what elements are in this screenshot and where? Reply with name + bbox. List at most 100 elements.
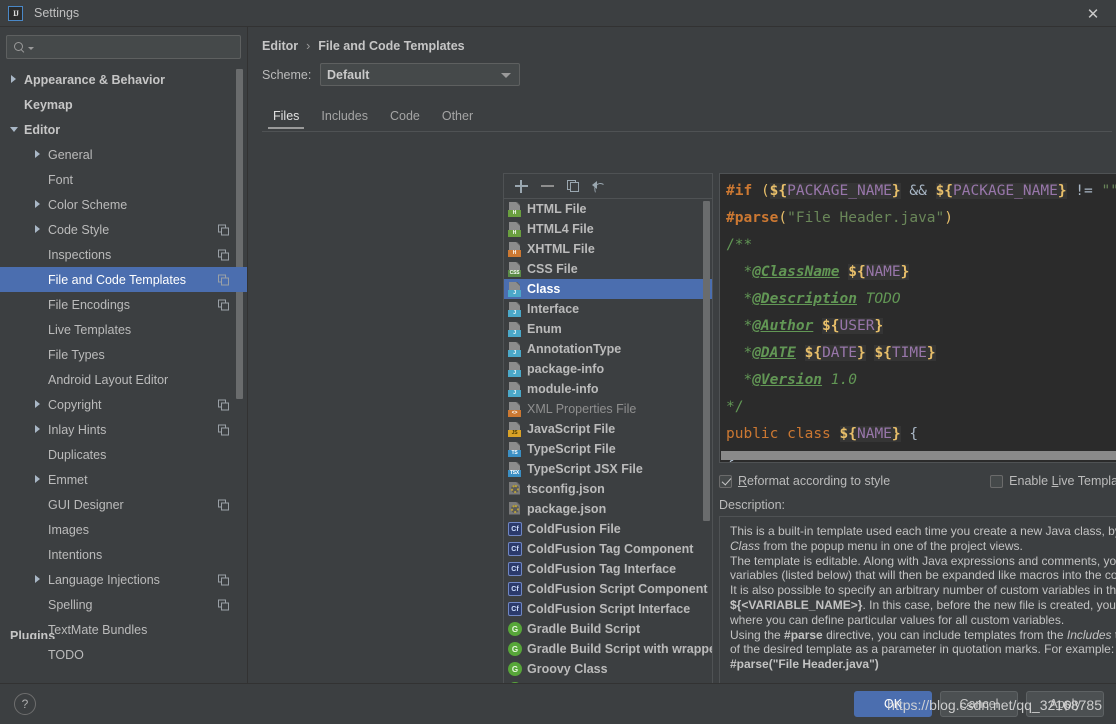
sidebar-item-font[interactable]: Font <box>0 167 247 192</box>
sidebar-item-color-scheme[interactable]: Color Scheme <box>0 192 247 217</box>
chevron-right-icon[interactable] <box>34 400 43 409</box>
reformat-checkbox[interactable] <box>719 474 732 488</box>
sidebar-item-android-layout-editor[interactable]: Android Layout Editor <box>0 367 247 392</box>
editor-horizontal-scrollbar-track[interactable] <box>721 451 1116 460</box>
coldfusion-tag-component-icon: Cf <box>508 542 522 556</box>
list-item[interactable]: <> XML Properties File <box>504 399 712 419</box>
sidebar-item-todo[interactable]: TODO <box>0 642 247 667</box>
cancel-button[interactable]: Cancel <box>940 691 1018 717</box>
chevron-right-icon[interactable] <box>10 75 19 84</box>
template-list-scrollbar-track[interactable] <box>703 201 710 696</box>
sidebar-item-emmet[interactable]: Emmet <box>0 467 247 492</box>
sidebar-item-inspections[interactable]: Inspections <box>0 242 247 267</box>
list-item[interactable]: package.json <box>504 499 712 519</box>
chevron-down-icon[interactable] <box>10 125 19 134</box>
sidebar-item-label: Images <box>48 522 89 537</box>
sidebar-item-editor[interactable]: Editor <box>0 117 247 142</box>
list-item[interactable]: Jmodule-info <box>504 379 712 399</box>
help-icon[interactable]: ? <box>14 693 36 715</box>
plus-icon <box>514 179 528 193</box>
list-item[interactable]: J Class <box>504 279 712 299</box>
chevron-right-icon[interactable] <box>34 425 43 434</box>
template-name: ColdFusion File <box>527 522 621 536</box>
template-code-editor[interactable]: #if (${PACKAGE_NAME} && ${PACKAGE_NAME} … <box>719 173 1116 463</box>
sidebar-item-plugins[interactable]: Plugins <box>10 630 55 639</box>
add-template-button[interactable] <box>508 175 534 198</box>
sidebar-item-file-encodings[interactable]: File Encodings <box>0 292 247 317</box>
tab-files[interactable]: Files <box>262 106 310 129</box>
code-line: *@DATE ${DATE} ${TIME} <box>743 345 936 361</box>
editor-horizontal-scrollbar-thumb[interactable] <box>721 451 1116 460</box>
list-item[interactable]: Jpackage-info <box>504 359 712 379</box>
project-scope-icon <box>218 274 229 285</box>
sidebar-item-label: Font <box>48 172 74 187</box>
sidebar-item-copyright[interactable]: Copyright <box>0 392 247 417</box>
list-item[interactable]: Cf ColdFusion File <box>504 519 712 539</box>
template-list-scrollbar-thumb[interactable] <box>703 201 710 521</box>
apply-button[interactable]: Apply <box>1026 691 1104 717</box>
list-item[interactable]: J Enum <box>504 319 712 339</box>
sidebar-item-keymap[interactable]: Keymap <box>0 92 247 117</box>
list-item[interactable]: Cf ColdFusion Tag Interface <box>504 559 712 579</box>
sidebar-item-label: Spelling <box>48 597 93 612</box>
list-item[interactable]: tsconfig.json <box>504 479 712 499</box>
list-item[interactable]: CSS CSS File <box>504 259 712 279</box>
list-item[interactable]: H HTML4 File <box>504 219 712 239</box>
tab-code[interactable]: Code <box>379 106 431 129</box>
sidebar-item-label: General <box>48 147 93 162</box>
code-line: */ <box>726 399 744 415</box>
tab-includes[interactable]: Includes <box>310 106 379 129</box>
list-item[interactable]: JS JavaScript File <box>504 419 712 439</box>
live-templates-checkbox[interactable] <box>990 474 1004 488</box>
list-item[interactable]: H HTML File <box>504 199 712 219</box>
remove-template-button[interactable] <box>534 175 560 198</box>
list-item[interactable]: TSX TypeScript JSX File <box>504 459 712 479</box>
chevron-right-icon[interactable] <box>34 575 43 584</box>
list-item[interactable]: H XHTML File <box>504 239 712 259</box>
reset-template-button[interactable] <box>586 175 612 198</box>
sidebar-item-images[interactable]: Images <box>0 517 247 542</box>
search-box[interactable] <box>6 35 241 59</box>
sidebar-item-language-injections[interactable]: Language Injections <box>0 567 247 592</box>
ok-button[interactable]: OK <box>854 691 932 717</box>
template-name: JavaScript File <box>527 422 616 436</box>
sidebar-item-appearance-behavior[interactable]: Appearance & Behavior <box>0 67 247 92</box>
reformat-label[interactable]: Reformat according to style <box>738 474 890 488</box>
sidebar-item-duplicates[interactable]: Duplicates <box>0 442 247 467</box>
live-templates-label[interactable]: Enable Live Templates <box>1009 474 1116 488</box>
sidebar-item-file-and-code-templates[interactable]: File and Code Templates <box>0 267 247 292</box>
sidebar-item-gui-designer[interactable]: GUI Designer <box>0 492 247 517</box>
chevron-right-icon[interactable] <box>34 150 43 159</box>
code-text[interactable]: #if (${PACKAGE_NAME} && ${PACKAGE_NAME} … <box>720 174 1116 462</box>
reformat-label-text: eformat according to style <box>747 474 891 488</box>
sidebar-item-spelling[interactable]: Spelling <box>0 592 247 617</box>
sidebar-item-code-style[interactable]: Code Style <box>0 217 247 242</box>
sidebar-item-general[interactable]: General <box>0 142 247 167</box>
description-text: This is a built-in template used each ti… <box>730 524 1116 696</box>
list-item[interactable]: G Gradle Build Script <box>504 619 712 639</box>
list-item[interactable]: J AnnotationType <box>504 339 712 359</box>
sidebar-item-label: Copyright <box>48 397 102 412</box>
copy-template-button[interactable] <box>560 175 586 198</box>
breadcrumb-parent[interactable]: Editor <box>262 39 298 53</box>
chevron-right-icon[interactable] <box>34 225 43 234</box>
scheme-dropdown[interactable]: Default <box>320 63 520 86</box>
chevron-right-icon[interactable] <box>34 200 43 209</box>
sidebar-item-file-types[interactable]: File Types <box>0 342 247 367</box>
list-item[interactable]: Cf ColdFusion Tag Component <box>504 539 712 559</box>
list-item[interactable]: Cf ColdFusion Script Component <box>504 579 712 599</box>
sidebar-item-intentions[interactable]: Intentions <box>0 542 247 567</box>
search-input[interactable] <box>34 40 234 54</box>
list-item[interactable]: G Groovy Class <box>504 659 712 679</box>
tab-other[interactable]: Other <box>431 106 484 129</box>
list-item[interactable]: G Gradle Build Script with wrapper <box>504 639 712 659</box>
list-item[interactable]: TS TypeScript File <box>504 439 712 459</box>
list-item[interactable]: J Interface <box>504 299 712 319</box>
footer-button-group: OK Cancel Apply <box>854 691 1116 717</box>
sidebar-item-live-templates[interactable]: Live Templates <box>0 317 247 342</box>
list-item[interactable]: Cf ColdFusion Script Interface <box>504 599 712 619</box>
sidebar-item-inlay-hints[interactable]: Inlay Hints <box>0 417 247 442</box>
chevron-right-icon[interactable] <box>34 475 43 484</box>
close-icon[interactable]: ✕ <box>1070 0 1116 27</box>
template-list[interactable]: H HTML File H HTML4 File H XHTML File CSS CSS F… <box>504 199 712 696</box>
